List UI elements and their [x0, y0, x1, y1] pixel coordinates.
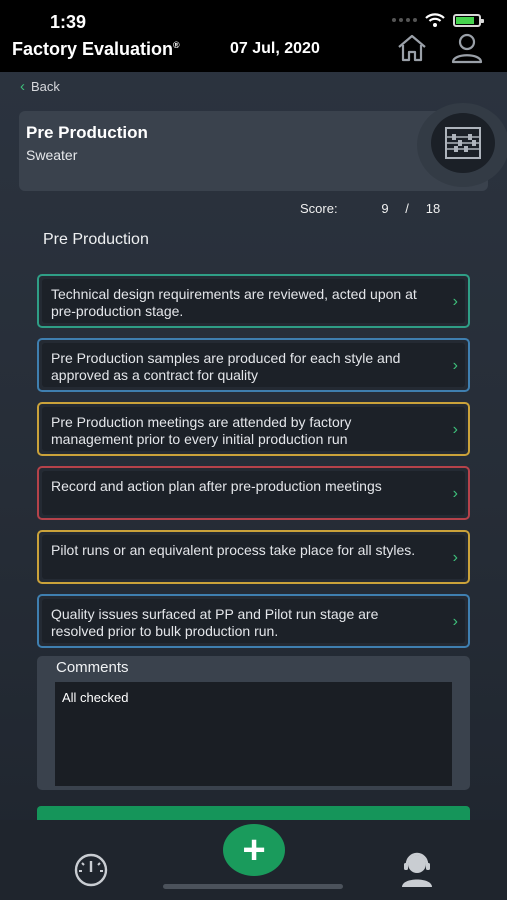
plus-icon: +	[242, 828, 266, 872]
abacus-badge	[417, 103, 507, 187]
home-indicator	[163, 884, 343, 889]
gauge-icon[interactable]	[72, 853, 110, 887]
top-bar: 1:39 Factory Evaluation® 07 Jul, 2020	[0, 0, 507, 72]
chevron-right-icon: ›	[452, 549, 458, 566]
chevron-right-icon: ›	[452, 613, 458, 630]
app-title: Factory Evaluation®	[12, 39, 180, 59]
header-date: 07 Jul, 2020	[230, 40, 320, 57]
section-heading: Pre Production	[43, 231, 149, 248]
chevron-right-icon: ›	[452, 421, 458, 438]
question-item[interactable]: Pre Production meetings are attended by …	[37, 402, 470, 456]
question-text: Pilot runs or an equivalent process take…	[51, 542, 416, 558]
question-text: Pre Production meetings are attended by …	[51, 414, 352, 447]
question-item[interactable]: Technical design requirements are review…	[37, 274, 470, 328]
comments-textarea[interactable]: All checked	[55, 682, 452, 786]
chevron-right-icon: ›	[452, 485, 458, 502]
comments-label: Comments	[56, 659, 129, 676]
question-text: Pre Production samples are produced for …	[51, 350, 401, 383]
status-time: 1:39	[50, 12, 87, 32]
score-total: 18	[425, 201, 441, 216]
question-text: Record and action plan after pre-product…	[51, 478, 382, 494]
question-text: Technical design requirements are review…	[51, 286, 417, 319]
score-value: 9	[381, 201, 389, 216]
question-item[interactable]: Quality issues surfaced at PP and Pilot …	[37, 594, 470, 648]
wifi-icon	[425, 13, 445, 27]
question-item[interactable]: Record and action plan after pre-product…	[37, 466, 470, 520]
add-button[interactable]: +	[223, 824, 285, 876]
battery-icon	[453, 13, 484, 27]
abacus-icon	[445, 127, 481, 159]
section-card-subtitle: Sweater	[26, 147, 78, 163]
save-button[interactable]	[37, 806, 470, 820]
signal-icon	[392, 18, 417, 22]
status-icons	[392, 13, 484, 27]
score-label: Score:	[300, 201, 338, 216]
chevron-right-icon: ›	[452, 293, 458, 310]
score-separator: /	[405, 201, 409, 216]
score-display: Score: 9 / 18	[300, 201, 448, 216]
question-text: Quality issues surfaced at PP and Pilot …	[51, 606, 379, 639]
comments-panel: Comments All checked	[37, 656, 470, 790]
section-card: Pre Production Sweater	[19, 103, 507, 191]
question-item[interactable]: Pilot runs or an equivalent process take…	[37, 530, 470, 584]
chevron-right-icon: ›	[452, 357, 458, 374]
section-card-title: Pre Production	[26, 123, 148, 142]
back-label: Back	[31, 79, 60, 94]
support-agent-icon[interactable]	[398, 850, 436, 888]
back-button[interactable]: ‹ Back	[20, 78, 60, 95]
user-icon[interactable]	[450, 32, 484, 64]
question-item[interactable]: Pre Production samples are produced for …	[37, 338, 470, 392]
chevron-left-icon: ‹	[20, 78, 25, 95]
home-icon[interactable]	[396, 33, 428, 63]
